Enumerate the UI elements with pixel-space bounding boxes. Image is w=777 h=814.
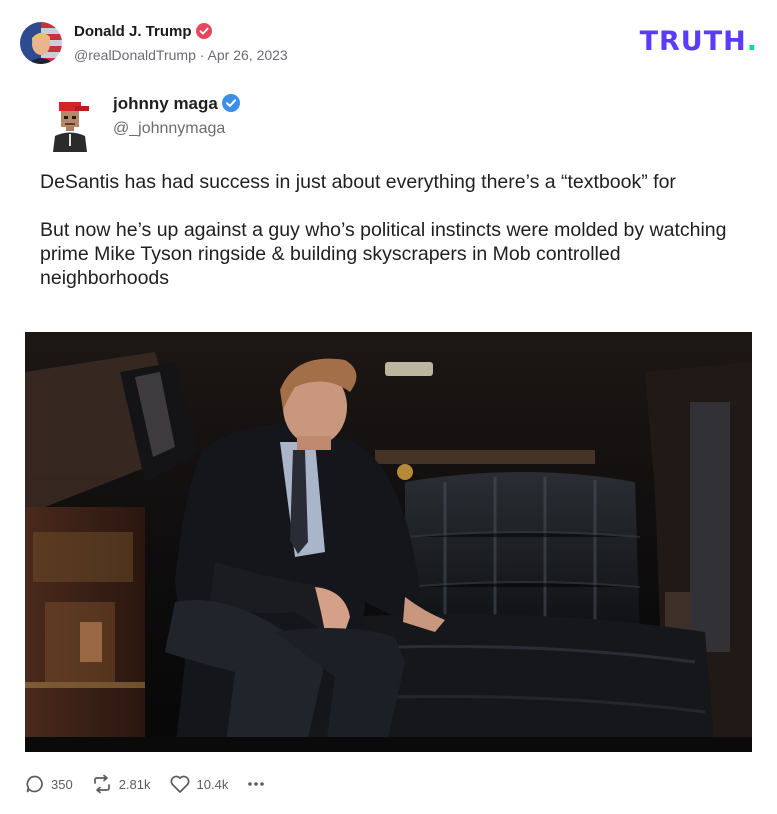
like-count: 10.4k — [196, 776, 229, 792]
quoted-avatar — [45, 94, 95, 152]
author-handle[interactable]: @realDonaldTrump — [74, 47, 196, 63]
post-date[interactable]: Apr 26, 2023 — [208, 47, 288, 63]
quoted-paragraph: DeSantis has had success in just about e… — [40, 171, 676, 193]
quoted-text: DeSantis has had success in just about e… — [40, 170, 740, 314]
author-name[interactable]: Donald J. Trump — [74, 23, 212, 40]
truth-logo[interactable]: TRUTH. — [640, 28, 758, 55]
quoted-paragraph: But now he’s up against a guy who’s poli… — [40, 219, 727, 289]
meta-separator: · — [199, 47, 205, 63]
author-name-text[interactable]: Donald J. Trump — [74, 23, 192, 40]
verified-badge-icon — [195, 23, 212, 39]
brand-text: TRUTH — [639, 26, 747, 57]
retruth-button[interactable]: 2.81k — [91, 774, 151, 794]
heart-icon — [169, 774, 191, 794]
action-bar: 350 2.81k 10.4k — [25, 772, 266, 796]
reply-count: 350 — [51, 776, 73, 792]
more-options-icon — [246, 774, 266, 794]
author-meta: @realDonaldTrump · Apr 26, 2023 — [74, 47, 288, 63]
quoted-name: johnny maga — [113, 94, 240, 114]
post-header: Donald J. Trump @realDonaldTrump · Apr 2… — [20, 20, 760, 66]
retruth-icon — [91, 774, 113, 794]
limousine-photo — [25, 332, 752, 752]
like-button[interactable]: 10.4k — [169, 774, 229, 794]
verified-badge-icon — [221, 94, 240, 112]
quoted-post-image[interactable]: johnny maga @_johnnymaga DeSantis has ha… — [25, 78, 752, 752]
quoted-handle: @_johnnymaga — [113, 120, 226, 137]
reply-button[interactable]: 350 — [25, 774, 73, 794]
reply-icon — [25, 774, 45, 794]
brand-dot: . — [746, 26, 758, 57]
quoted-name-text: johnny maga — [113, 94, 218, 113]
author-avatar[interactable] — [20, 22, 62, 64]
more-options-button[interactable] — [246, 774, 266, 794]
retruth-count: 2.81k — [118, 776, 151, 792]
